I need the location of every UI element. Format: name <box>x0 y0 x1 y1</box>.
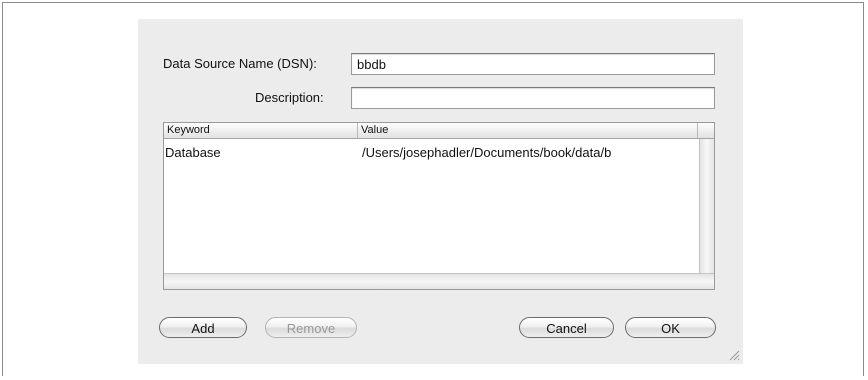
resize-grip-icon[interactable] <box>728 349 740 361</box>
table-header: Keyword Value <box>164 123 714 139</box>
dsn-label: Data Source Name (DSN): <box>163 56 317 71</box>
table-row[interactable]: Database /Users/josephadler/Documents/bo… <box>164 144 699 162</box>
cancel-button[interactable]: Cancel <box>519 317 614 338</box>
column-header-value[interactable]: Value <box>358 123 698 138</box>
row-value-cell: /Users/josephadler/Documents/book/data/b <box>362 145 612 160</box>
remove-button[interactable]: Remove <box>265 317 357 338</box>
description-input[interactable] <box>351 87 715 109</box>
row-keyword-cell: Database <box>165 145 221 160</box>
dsn-input[interactable] <box>351 53 715 75</box>
add-button[interactable]: Add <box>159 317 247 338</box>
vertical-scrollbar[interactable] <box>699 139 714 273</box>
dsn-dialog: Data Source Name (DSN): Description: Key… <box>138 19 743 364</box>
keyword-value-table: Keyword Value Database /Users/josephadle… <box>163 122 715 290</box>
column-header-keyword[interactable]: Keyword <box>164 123 358 138</box>
horizontal-scrollbar[interactable] <box>164 273 714 289</box>
window-frame: Data Source Name (DSN): Description: Key… <box>2 2 864 376</box>
description-label: Description: <box>255 90 324 105</box>
ok-button[interactable]: OK <box>625 317 716 338</box>
